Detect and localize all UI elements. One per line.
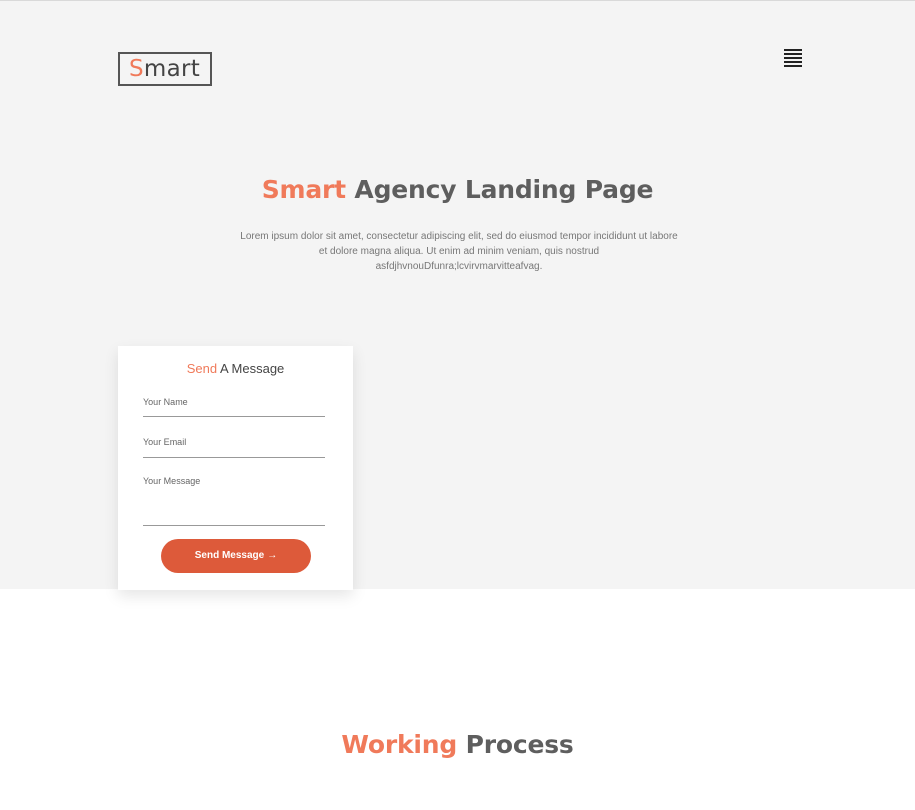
email-placeholder: Your Email <box>143 437 187 447</box>
logo-initial: S <box>129 56 144 82</box>
working-process-title: Working Process <box>0 730 915 759</box>
logo[interactable]: Smart <box>118 52 212 86</box>
contact-form-card: Send A Message Your Name Your Email Your… <box>118 346 353 590</box>
message-field[interactable]: Your Message <box>143 476 325 526</box>
contact-form-title: Send A Message <box>118 361 353 376</box>
hamburger-menu-icon[interactable] <box>784 49 803 69</box>
logo-rest: mart <box>143 56 201 82</box>
contact-form-title-accent: Send <box>186 361 218 376</box>
send-message-label: Send Message <box>194 550 265 561</box>
name-placeholder: Your Name <box>143 397 188 407</box>
working-process-title-accent: Working <box>341 730 458 759</box>
message-placeholder: Your Message <box>143 476 201 486</box>
hero-description: Lorem ipsum dolor sit amet, consectetur … <box>240 231 678 272</box>
contact-form-title-rest: A Message <box>217 361 285 376</box>
page-title-accent: Smart <box>261 175 346 204</box>
working-process-title-rest: Process <box>457 730 574 759</box>
hero-section: Smart Smart Agency Landing Page Lorem ip… <box>0 1 915 590</box>
name-field[interactable]: Your Name <box>143 397 325 417</box>
page-title: Smart Agency Landing Page <box>0 175 915 204</box>
send-message-button[interactable]: Send Message → <box>161 539 311 573</box>
email-field[interactable]: Your Email <box>143 437 325 458</box>
arrow-right-icon: → <box>267 550 278 561</box>
page-title-rest: Agency Landing Page <box>345 175 654 204</box>
